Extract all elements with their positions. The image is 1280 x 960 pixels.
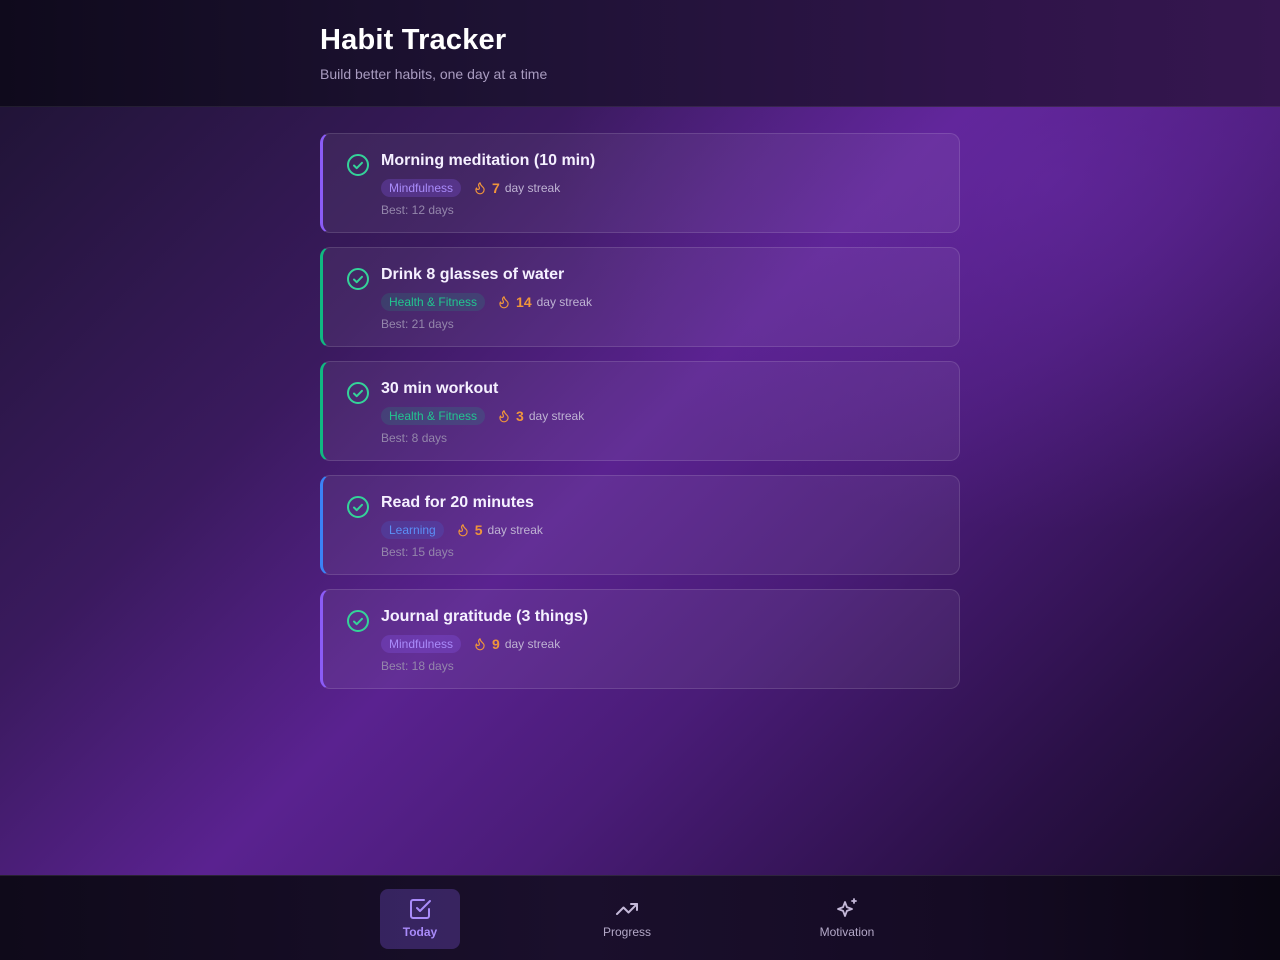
nav-label: Today <box>402 925 438 939</box>
app-header: Habit Tracker Build better habits, one d… <box>0 0 1280 107</box>
habit-card: Drink 8 glasses of water Health & Fitnes… <box>320 247 960 347</box>
habit-complete-checkbox[interactable] <box>346 609 370 633</box>
habit-name: Read for 20 minutes <box>381 494 534 511</box>
bottom-nav: Today Progress Motivation <box>0 875 1280 960</box>
category-tag: Learning <box>381 521 444 539</box>
habit-complete-checkbox[interactable] <box>346 495 370 519</box>
page-title: Habit Tracker <box>320 24 507 56</box>
nav-label: Progress <box>602 925 652 939</box>
flame-icon <box>475 182 485 195</box>
check-circle-icon <box>347 382 369 404</box>
flame-icon <box>475 638 485 651</box>
category-tag: Health & Fitness <box>381 293 486 311</box>
best-streak: Best: 21 days <box>381 317 454 331</box>
sparkles-icon <box>837 898 857 917</box>
habit-card: Read for 20 minutes Learning 5 day strea… <box>320 475 960 575</box>
habit-name: Morning meditation (10 min) <box>381 152 596 169</box>
streak-label: day streak <box>528 409 585 423</box>
habit-card: Journal gratitude (3 things) Mindfulness… <box>320 589 960 689</box>
streak-label: day streak <box>487 523 543 537</box>
streak-count: 3 <box>516 408 524 424</box>
habit-name: Journal gratitude (3 things) <box>381 608 589 625</box>
page-subtitle: Build better habits, one day at a time <box>320 66 548 82</box>
check-circle-icon <box>347 610 369 632</box>
nav-tab-progress[interactable]: Progress <box>587 889 667 949</box>
best-streak: Best: 18 days <box>381 659 454 673</box>
nav-tab-motivation[interactable]: Motivation <box>807 889 887 949</box>
best-streak: Best: 8 days <box>381 431 448 445</box>
streak-indicator: 7 day streak <box>473 180 560 196</box>
trending-up-icon <box>616 903 638 915</box>
flame-icon <box>458 524 468 537</box>
streak-indicator: 14 day streak <box>497 294 592 310</box>
check-circle-icon <box>347 496 369 518</box>
streak-label: day streak <box>504 637 561 651</box>
streak-count: 14 <box>516 294 532 310</box>
habit-card: 30 min workout Health & Fitness 3 day st… <box>320 361 960 461</box>
checkbox-icon <box>410 899 431 919</box>
habit-meta: Mindfulness 9 day streak <box>381 635 560 653</box>
best-streak: Best: 15 days <box>381 545 454 559</box>
category-tag: Mindfulness <box>381 635 462 653</box>
streak-label: day streak <box>536 295 592 309</box>
habit-meta: Health & Fitness 3 day streak <box>381 407 584 425</box>
streak-indicator: 9 day streak <box>473 636 560 652</box>
habit-complete-checkbox[interactable] <box>346 381 370 405</box>
category-tag: Health & Fitness <box>381 407 486 425</box>
check-circle-icon <box>347 268 369 290</box>
streak-label: day streak <box>504 181 561 195</box>
habit-card: Morning meditation (10 min) Mindfulness … <box>320 133 960 233</box>
habit-list: Morning meditation (10 min) Mindfulness … <box>320 133 960 703</box>
habit-name: 30 min workout <box>381 380 499 397</box>
habit-meta: Health & Fitness 14 day streak <box>381 293 592 311</box>
nav-label: Motivation <box>819 925 875 939</box>
flame-icon <box>499 410 509 423</box>
habit-complete-checkbox[interactable] <box>346 267 370 291</box>
habit-meta: Mindfulness 7 day streak <box>381 179 560 197</box>
check-circle-icon <box>347 154 369 176</box>
habit-meta: Learning 5 day streak <box>381 521 543 539</box>
streak-indicator: 3 day streak <box>497 408 584 424</box>
category-tag: Mindfulness <box>381 179 462 197</box>
habit-name: Drink 8 glasses of water <box>381 266 565 283</box>
streak-count: 5 <box>474 522 483 538</box>
habit-complete-checkbox[interactable] <box>346 153 370 177</box>
streak-count: 7 <box>492 180 500 196</box>
flame-icon <box>499 296 509 309</box>
streak-count: 9 <box>492 636 500 652</box>
nav-tab-today[interactable]: Today <box>380 889 460 949</box>
streak-indicator: 5 day streak <box>456 522 543 538</box>
best-streak: Best: 12 days <box>381 203 454 217</box>
